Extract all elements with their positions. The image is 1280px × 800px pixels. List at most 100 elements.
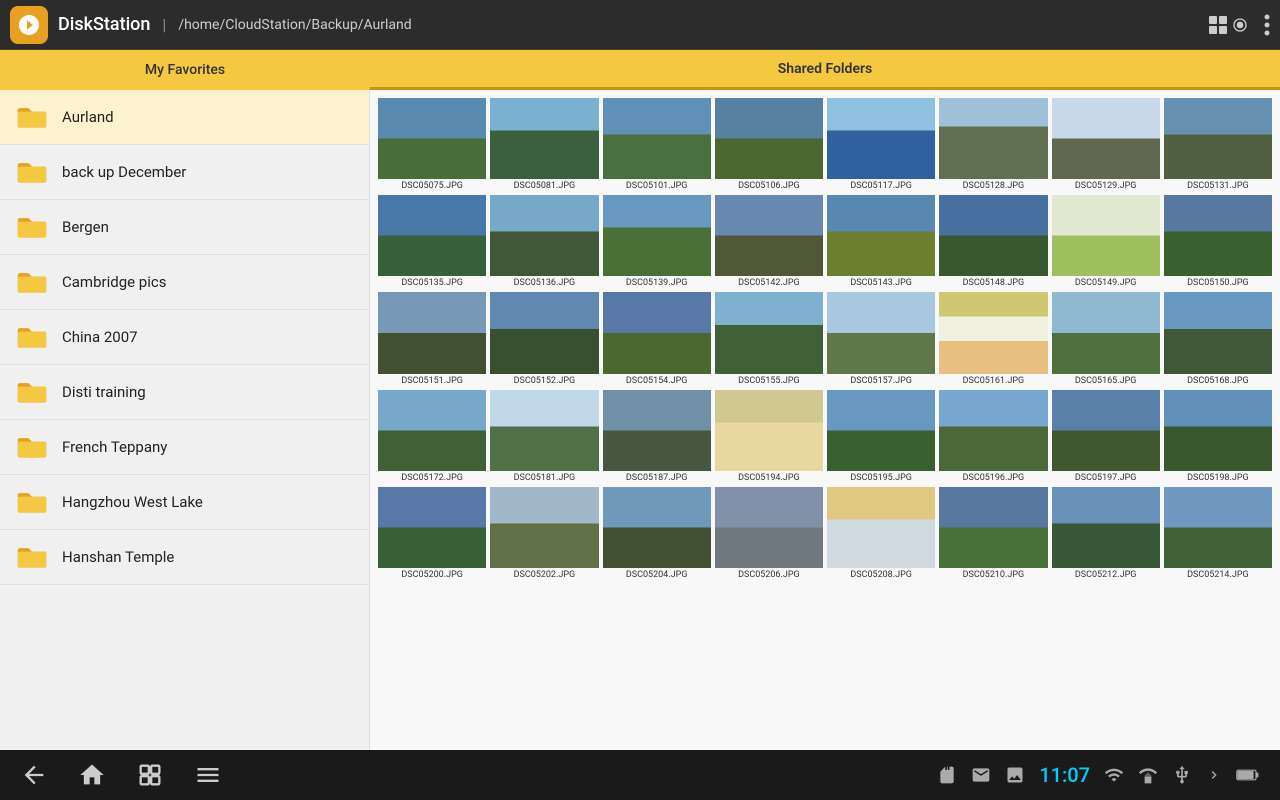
recent-apps-button[interactable] (136, 761, 164, 789)
back-button[interactable] (20, 761, 48, 789)
photo-filename: DSC05196.JPG (963, 473, 1025, 483)
photo-filename: DSC05131.JPG (1187, 181, 1249, 191)
home-button[interactable] (78, 761, 106, 789)
photo-item[interactable]: DSC05202.JPG (490, 487, 598, 580)
photo-item[interactable]: DSC05204.JPG (603, 487, 711, 580)
sidebar-item-back-up-december[interactable]: back up December (0, 145, 369, 200)
photo-thumbnail (715, 98, 823, 179)
photo-item[interactable]: DSC05161.JPG (939, 292, 1047, 385)
photo-thumbnail (715, 487, 823, 568)
photo-item[interactable]: DSC05210.JPG (939, 487, 1047, 580)
photo-item[interactable]: DSC05151.JPG (378, 292, 486, 385)
photo-filename: DSC05208.JPG (850, 570, 912, 580)
photo-item[interactable]: DSC05131.JPG (1164, 98, 1272, 191)
more-options-button[interactable] (1264, 13, 1270, 37)
photo-item[interactable]: DSC05129.JPG (1052, 98, 1160, 191)
photo-item[interactable]: DSC05187.JPG (603, 390, 711, 483)
photo-grid-container[interactable]: DSC05075.JPGDSC05081.JPGDSC05101.JPGDSC0… (370, 90, 1280, 750)
photo-filename: DSC05150.JPG (1187, 278, 1249, 288)
photo-item[interactable]: DSC05149.JPG (1052, 195, 1160, 288)
photo-item[interactable]: DSC05106.JPG (715, 98, 823, 191)
photo-thumbnail (1052, 195, 1160, 276)
folder-icon (16, 103, 48, 131)
tab-bar: My Favorites Shared Folders (0, 50, 1280, 90)
photo-item[interactable]: DSC05212.JPG (1052, 487, 1160, 580)
photo-item[interactable]: DSC05206.JPG (715, 487, 823, 580)
photo-thumbnail (827, 98, 935, 179)
photo-thumbnail (939, 98, 1047, 179)
photo-thumbnail (490, 390, 598, 471)
photo-item[interactable]: DSC05117.JPG (827, 98, 935, 191)
folder-icon (16, 213, 48, 241)
sidebar-item-hanshan-temple[interactable]: Hanshan Temple (0, 530, 369, 585)
tab-shared-folders[interactable]: Shared Folders (370, 50, 1280, 90)
photo-item[interactable]: DSC05196.JPG (939, 390, 1047, 483)
photo-item[interactable]: DSC05143.JPG (827, 195, 935, 288)
photo-item[interactable]: DSC05197.JPG (1052, 390, 1160, 483)
folder-icon (16, 158, 48, 186)
sidebar-item-cambridge-pics[interactable]: Cambridge pics (0, 255, 369, 310)
sidebar-item-hangzhou-west-lake[interactable]: Hangzhou West Lake (0, 475, 369, 530)
photo-filename: DSC05155.JPG (738, 376, 800, 386)
folder-icon (16, 323, 48, 351)
photo-filename: DSC05081.JPG (514, 181, 576, 191)
photo-filename: DSC05135.JPG (401, 278, 463, 288)
photo-filename: DSC05168.JPG (1187, 376, 1249, 386)
photo-item[interactable]: DSC05081.JPG (490, 98, 598, 191)
photo-item[interactable]: DSC05198.JPG (1164, 390, 1272, 483)
photo-item[interactable]: DSC05168.JPG (1164, 292, 1272, 385)
battery-icon (1236, 767, 1260, 783)
photo-item[interactable]: DSC05214.JPG (1164, 487, 1272, 580)
photo-item[interactable]: DSC05157.JPG (827, 292, 935, 385)
sidebar: Aurland back up December Bergen Cambridg… (0, 90, 370, 750)
photo-item[interactable]: DSC05165.JPG (1052, 292, 1160, 385)
photo-item[interactable]: DSC05200.JPG (378, 487, 486, 580)
sidebar-item-china-2007[interactable]: China 2007 (0, 310, 369, 365)
photo-item[interactable]: DSC05154.JPG (603, 292, 711, 385)
photo-filename: DSC05172.JPG (401, 473, 463, 483)
photo-thumbnail (827, 390, 935, 471)
photo-item[interactable]: DSC05128.JPG (939, 98, 1047, 191)
signal-icon (1138, 765, 1158, 785)
photo-item[interactable]: DSC05155.JPG (715, 292, 823, 385)
breadcrumb: /home/CloudStation/Backup/Aurland (178, 17, 1206, 33)
photo-filename: DSC05154.JPG (626, 376, 688, 386)
photo-item[interactable]: DSC05136.JPG (490, 195, 598, 288)
sidebar-item-french-teppany[interactable]: French Teppany (0, 420, 369, 475)
photo-item[interactable]: DSC05172.JPG (378, 390, 486, 483)
photo-filename: DSC05212.JPG (1075, 570, 1137, 580)
photo-thumbnail (939, 487, 1047, 568)
photo-item[interactable]: DSC05142.JPG (715, 195, 823, 288)
photo-thumbnail (1164, 487, 1272, 568)
sidebar-item-label: Cambridge pics (62, 273, 166, 291)
photo-item[interactable]: DSC05152.JPG (490, 292, 598, 385)
photo-item[interactable]: DSC05181.JPG (490, 390, 598, 483)
photo-item[interactable]: DSC05075.JPG (378, 98, 486, 191)
sidebar-item-aurland[interactable]: Aurland (0, 90, 369, 145)
photo-item[interactable]: DSC05135.JPG (378, 195, 486, 288)
menu-button[interactable] (194, 761, 222, 789)
photo-filename: DSC05187.JPG (626, 473, 688, 483)
photo-thumbnail (1164, 98, 1272, 179)
view-toggle-button[interactable] (1206, 13, 1248, 37)
photo-thumbnail (939, 292, 1047, 373)
bottom-nav (20, 761, 222, 789)
photo-thumbnail (378, 195, 486, 276)
tab-my-favorites[interactable]: My Favorites (0, 50, 370, 90)
sidebar-item-label: back up December (62, 163, 186, 181)
photo-item[interactable]: DSC05208.JPG (827, 487, 935, 580)
sidebar-item-bergen[interactable]: Bergen (0, 200, 369, 255)
photo-item[interactable]: DSC05101.JPG (603, 98, 711, 191)
folder-icon (16, 378, 48, 406)
photo-item[interactable]: DSC05195.JPG (827, 390, 935, 483)
photo-filename: DSC05128.JPG (963, 181, 1025, 191)
sidebar-item-disti-training[interactable]: Disti training (0, 365, 369, 420)
photo-item[interactable]: DSC05150.JPG (1164, 195, 1272, 288)
photo-filename: DSC05200.JPG (401, 570, 463, 580)
photo-filename: DSC05152.JPG (514, 376, 576, 386)
folder-icon (16, 433, 48, 461)
photo-item[interactable]: DSC05148.JPG (939, 195, 1047, 288)
time-display: 11:07 (1039, 763, 1090, 787)
photo-item[interactable]: DSC05139.JPG (603, 195, 711, 288)
photo-item[interactable]: DSC05194.JPG (715, 390, 823, 483)
